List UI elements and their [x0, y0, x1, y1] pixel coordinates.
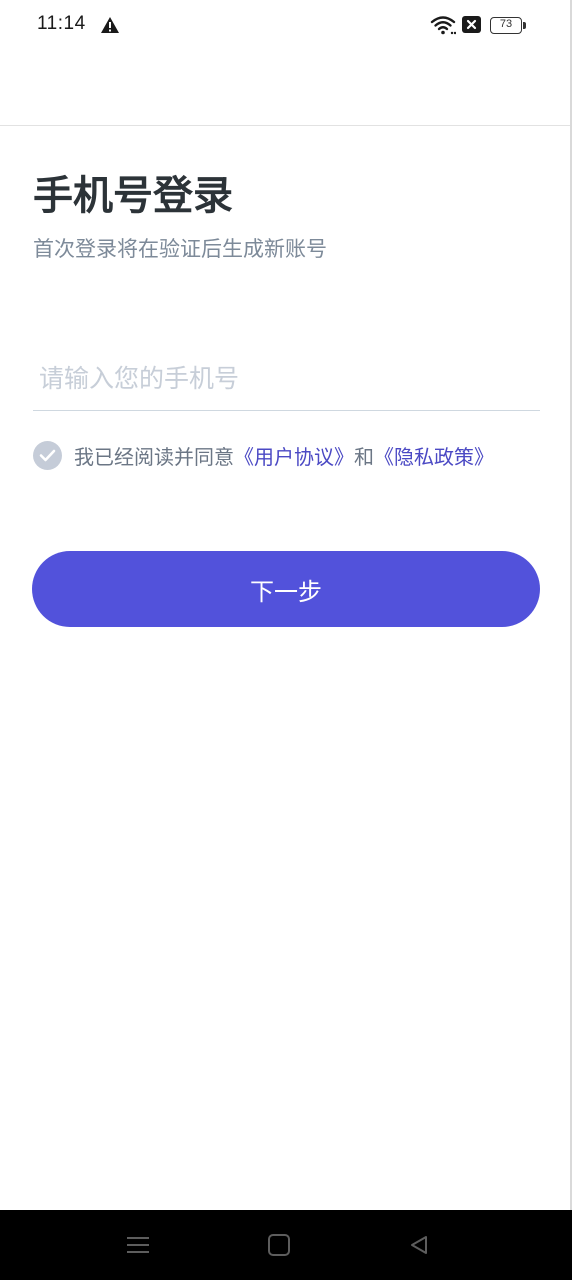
status-time: 11:14	[37, 13, 86, 34]
home-icon[interactable]	[268, 1234, 290, 1256]
battery-level: 73	[499, 18, 513, 30]
next-button[interactable]: 下一步	[32, 551, 540, 627]
checkmark-icon	[39, 449, 56, 461]
page-subtitle: 首次登录将在验证后生成新账号	[33, 237, 327, 261]
page-title: 手机号登录	[33, 173, 233, 219]
privacy-policy-link[interactable]: 《隐私政策》	[374, 441, 494, 470]
battery-cap	[523, 22, 526, 29]
user-agreement-link[interactable]: 《用户协议》	[234, 441, 354, 470]
warning-icon	[101, 17, 119, 33]
agreement-and: 和	[354, 444, 374, 469]
phone-input[interactable]	[33, 352, 540, 404]
agreement-prefix: 我已经阅读并同意	[74, 444, 234, 469]
agreement-row: 我已经阅读并同意 《用户协议》 和 《隐私政策》	[33, 438, 494, 472]
back-icon[interactable]	[408, 1234, 430, 1256]
check-icon[interactable]	[33, 440, 62, 470]
header-divider	[0, 125, 572, 126]
no-sim-icon	[462, 16, 481, 33]
battery-indicator: 73	[490, 17, 526, 34]
input-underline	[33, 410, 540, 411]
status-bar: 11:14 73	[0, 0, 572, 52]
wifi-icon	[430, 16, 456, 35]
menu-icon[interactable]	[127, 1236, 149, 1254]
